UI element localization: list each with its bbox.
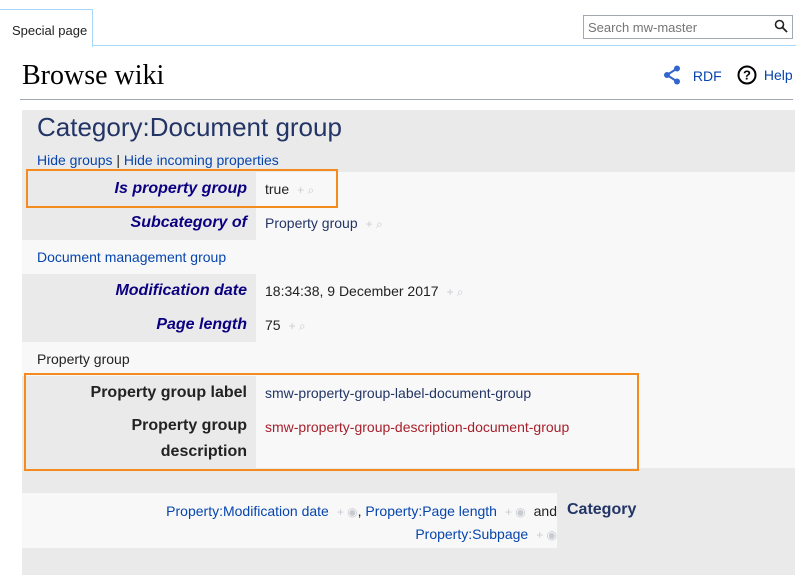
incoming-properties: Property:Modification date + ◉, Property:… — [22, 493, 795, 548]
incoming-target-label: Category — [567, 501, 637, 518]
value-actions[interactable]: + ◉ — [536, 528, 557, 542]
row-page-length: Page length 75 + ⌕ — [22, 308, 795, 342]
highlight-box — [26, 169, 338, 208]
group-link[interactable]: Document management group — [37, 249, 226, 265]
row-modification-date: Modification date 18:34:38, 9 December 2… — [22, 274, 795, 308]
svg-text:?: ? — [743, 68, 751, 83]
incoming-prop-link[interactable]: Property:Subpage — [415, 526, 528, 542]
incoming-target: Category — [557, 493, 795, 548]
value-actions[interactable]: + ⌕ — [289, 319, 306, 333]
highlight-box — [24, 373, 639, 471]
prop-value: 18:34:38, 9 December 2017 + ⌕ — [256, 274, 795, 308]
value-actions[interactable]: + ◉ — [337, 505, 358, 519]
title-rule — [20, 99, 793, 100]
search-icon[interactable] — [774, 19, 788, 33]
row-subcategory-of: Subcategory of Property group + ⌕ — [22, 206, 795, 240]
search-input[interactable] — [588, 17, 768, 37]
value-link[interactable]: Property group — [265, 215, 358, 231]
incoming-list: Property:Modification date + ◉, Property:… — [166, 503, 557, 542]
help-link[interactable]: ? Help — [737, 65, 793, 85]
rdf-link[interactable]: RDF — [663, 65, 722, 85]
share-icon — [664, 65, 680, 85]
link-separator: | — [116, 152, 121, 168]
tab-label: Special page — [12, 23, 88, 38]
prop-value: Property group + ⌕ — [256, 206, 795, 240]
search-box[interactable] — [583, 15, 793, 39]
incoming-prop-link[interactable]: Property:Modification date — [166, 503, 329, 519]
hide-incoming-link[interactable]: Hide incoming properties — [124, 152, 279, 168]
prop-label[interactable]: Modification date — [22, 274, 256, 308]
help-icon: ? — [737, 65, 757, 85]
factbox-toplinks: Hide groups | Hide incoming properties — [37, 152, 279, 168]
hide-groups-link[interactable]: Hide groups — [37, 152, 113, 168]
incoming-prop-link[interactable]: Property:Page length — [365, 503, 497, 519]
page-title: Browse wiki — [22, 60, 165, 91]
help-label: Help — [763, 67, 793, 83]
group-heading: Property group — [22, 342, 795, 376]
prop-value: 75 + ⌕ — [256, 308, 795, 342]
rdf-label: RDF — [692, 68, 722, 84]
value-actions[interactable]: + ⌕ — [366, 217, 383, 231]
tab-special-page[interactable]: Special page — [0, 9, 93, 47]
prop-label[interactable]: Page length — [22, 308, 256, 342]
group-heading: Document management group — [22, 240, 795, 274]
prop-label[interactable]: Subcategory of — [22, 206, 256, 240]
value-actions[interactable]: + ⌕ — [447, 285, 464, 299]
tab-bar-rule — [92, 45, 796, 46]
value-actions[interactable]: + ◉ — [505, 505, 526, 519]
subject-title: Category:Document group — [37, 112, 342, 142]
